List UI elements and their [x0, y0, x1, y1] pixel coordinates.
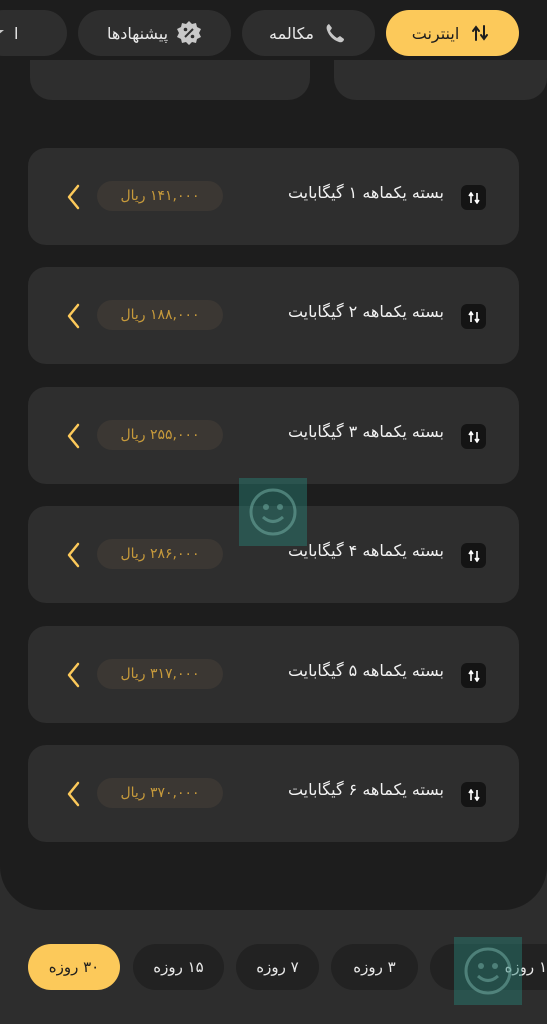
tab-offers-label: پیشنهادها	[106, 23, 169, 43]
partial-card-right	[334, 60, 547, 100]
star-icon	[0, 20, 6, 46]
duration-tab-label: ۳۰ روزه	[48, 958, 100, 976]
package-title: بسته یکماهه ۳ گیگابایت	[287, 422, 444, 441]
package-price: ۲۸۶,۰۰۰ ریال	[97, 539, 223, 569]
duration-tab-30[interactable]: ۳۰ روزه	[28, 944, 120, 990]
tab-favorites[interactable]: ا	[0, 10, 67, 56]
chevron-left-icon	[67, 303, 80, 329]
package-row[interactable]: ۳۱۷,۰۰۰ ریال بسته یکماهه ۵ گیگابایت	[28, 626, 519, 723]
package-price: ۱۸۸,۰۰۰ ریال	[97, 300, 223, 330]
package-row[interactable]: ۲۵۵,۰۰۰ ریال بسته یکماهه ۳ گیگابایت	[28, 387, 519, 484]
chevron-left-icon	[67, 781, 80, 807]
duration-tab-3[interactable]: ۳ روزه	[331, 944, 418, 990]
data-arrows-icon	[461, 185, 486, 210]
tab-internet[interactable]: اینترنت	[386, 10, 519, 56]
watermark-smiley-icon	[239, 478, 307, 546]
package-price: ۱۴۱,۰۰۰ ریال	[97, 181, 223, 211]
duration-tab-label: ۱۵ روزه	[153, 958, 204, 976]
chevron-left-icon	[67, 662, 80, 688]
chevron-left-icon	[67, 423, 80, 449]
tab-internet-label: اینترنت	[411, 23, 460, 43]
data-arrows-icon	[461, 304, 486, 329]
duration-tab-7[interactable]: ۷ روزه	[236, 944, 319, 990]
data-arrows-icon	[461, 424, 486, 449]
package-title: بسته یکماهه ۲ گیگابایت	[287, 302, 444, 321]
package-title: بسته یکماهه ۱ گیگابایت	[287, 183, 444, 202]
data-arrows-icon	[461, 543, 486, 568]
watermark-smiley-icon	[454, 937, 522, 1005]
package-price: ۳۷۰,۰۰۰ ریال	[97, 778, 223, 808]
package-price: ۳۱۷,۰۰۰ ریال	[97, 659, 223, 689]
package-title: بسته یکماهه ۴ گیگابایت	[287, 541, 444, 560]
package-list-panel: اینترنت مکالمه پیشنهادها ا ۱۴۱,۰۰۰ ریال …	[0, 0, 547, 910]
tab-offers[interactable]: پیشنهادها	[78, 10, 231, 56]
package-title: بسته یکماهه ۶ گیگابایت	[287, 780, 444, 799]
category-tabs: اینترنت مکالمه پیشنهادها ا	[0, 10, 547, 58]
package-row[interactable]: ۱۴۱,۰۰۰ ریال بسته یکماهه ۱ گیگابایت	[28, 148, 519, 245]
percent-badge-icon	[176, 20, 202, 46]
data-arrows-icon	[467, 20, 493, 46]
package-row[interactable]: ۳۷۰,۰۰۰ ریال بسته یکماهه ۶ گیگابایت	[28, 745, 519, 842]
data-arrows-icon	[461, 663, 486, 688]
package-price: ۲۵۵,۰۰۰ ریال	[97, 420, 223, 450]
partial-card-left	[30, 60, 310, 100]
tab-calls-label: مکالمه	[269, 23, 314, 43]
chevron-left-icon	[67, 184, 80, 210]
duration-tab-15[interactable]: ۱۵ روزه	[133, 944, 224, 990]
tab-calls[interactable]: مکالمه	[242, 10, 375, 56]
package-row[interactable]: ۱۸۸,۰۰۰ ریال بسته یکماهه ۲ گیگابایت	[28, 267, 519, 364]
tab-favorites-label: ا	[14, 23, 19, 43]
chevron-left-icon	[67, 542, 80, 568]
phone-icon	[322, 20, 348, 46]
duration-tab-label: ۳ روزه	[353, 958, 396, 976]
data-arrows-icon	[461, 782, 486, 807]
duration-tab-label: ۷ روزه	[256, 958, 299, 976]
package-title: بسته یکماهه ۵ گیگابایت	[287, 661, 444, 680]
screen: اینترنت مکالمه پیشنهادها ا ۱۴۱,۰۰۰ ریال …	[0, 0, 547, 1024]
